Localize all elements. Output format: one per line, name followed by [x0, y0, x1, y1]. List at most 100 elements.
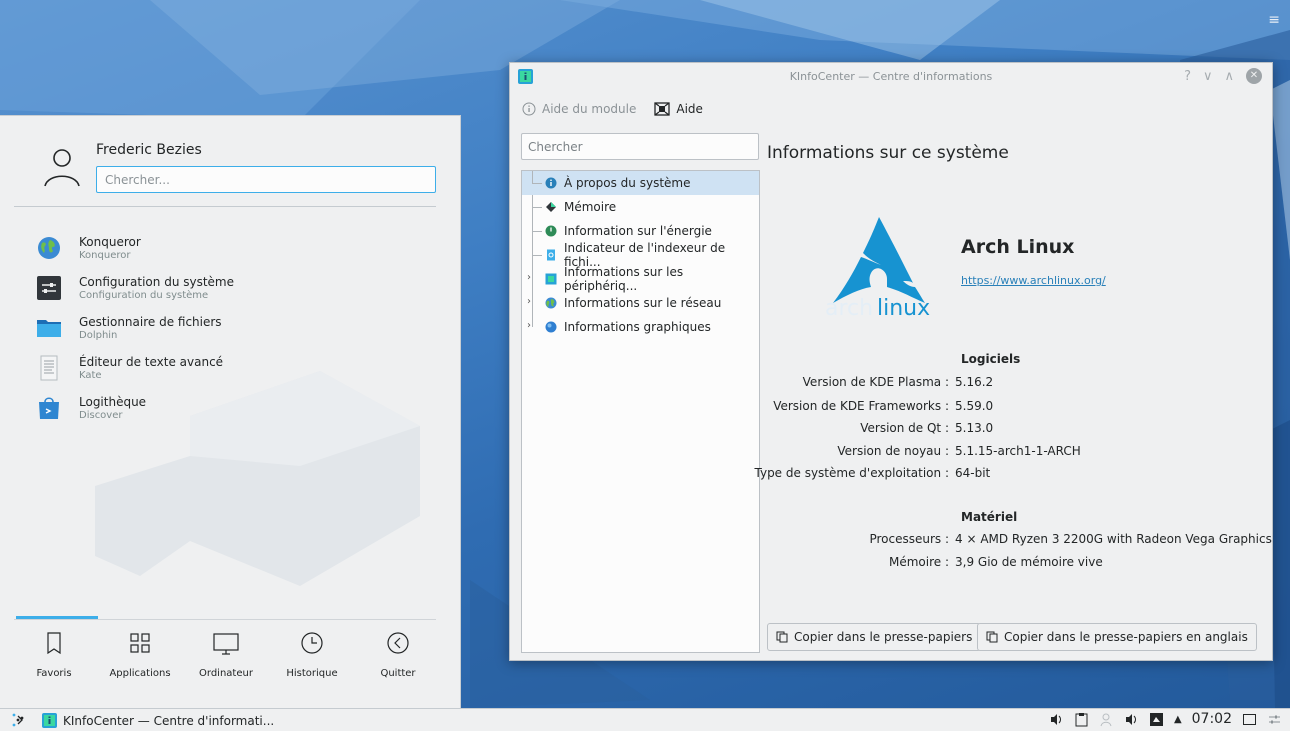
help-button[interactable]: Aide	[654, 102, 703, 116]
tree-item-about-system[interactable]: À propos du système	[522, 171, 759, 195]
favorite-title: Gestionnaire de fichiers	[79, 314, 222, 329]
window-titlebar[interactable]: KInfoCenter — Centre d'informations ? ∨ …	[510, 63, 1272, 91]
info-key: Version de KDE Plasma :	[802, 375, 949, 389]
info-key: Version de noyau :	[837, 444, 949, 458]
user-status-icon[interactable]	[1099, 712, 1114, 727]
tree-branch	[532, 183, 542, 184]
tree-line	[532, 315, 533, 327]
tree-item-label: Mémoire	[564, 200, 617, 214]
distro-name: Arch Linux	[961, 236, 1075, 258]
info-icon	[545, 177, 557, 189]
network-icon	[545, 297, 557, 309]
chevron-right-icon[interactable]: ›	[527, 296, 531, 307]
tab-label: Ordinateur	[199, 668, 253, 679]
tree-item-file-indexer[interactable]: Indicateur de l'indexeur de fichi...	[522, 241, 759, 269]
task-kinfocenter[interactable]: KInfoCenter — Centre d'informati...	[38, 710, 278, 731]
launcher-tabs: Favoris Applications Ordinateur Historiq…	[14, 630, 438, 679]
tree-item-label: Informations graphiques	[564, 320, 711, 334]
tree-item-label: Information sur l'énergie	[564, 224, 712, 238]
copy-icon	[776, 631, 788, 643]
launcher-divider	[14, 206, 436, 207]
distro-url-link[interactable]: https://www.archlinux.org/	[961, 274, 1106, 287]
module-search-input[interactable]	[521, 133, 759, 160]
tree-branch	[532, 207, 542, 208]
copy-icon	[986, 631, 998, 643]
info-key: Version de Qt :	[860, 421, 949, 435]
minimize-icon[interactable]: ∨	[1203, 69, 1213, 84]
copy-button-label: Copier dans le presse-papiers	[794, 630, 973, 644]
user-name: Frederic Bezies	[96, 142, 202, 158]
show-desktop-icon[interactable]	[1242, 712, 1257, 727]
favorite-subtitle: Configuration du système	[79, 289, 209, 301]
favorite-title: Configuration du système	[79, 274, 234, 289]
module-help-button[interactable]: Aide du module	[522, 102, 636, 116]
window-controls: ? ∨ ∧ ✕	[1184, 68, 1262, 84]
file-search-icon	[547, 249, 555, 261]
task-label: KInfoCenter — Centre d'informati...	[63, 713, 275, 728]
panel-settings-icon[interactable]	[1267, 712, 1282, 727]
text-editor-icon	[40, 355, 58, 381]
tree-item-network[interactable]: › Informations sur le réseau	[522, 291, 759, 315]
copy-to-clipboard-english-button[interactable]: Copier dans le presse-papiers en anglais	[977, 623, 1257, 651]
module-help-label: Aide du module	[542, 102, 637, 116]
memory-icon	[546, 202, 556, 212]
updates-icon[interactable]	[1149, 712, 1164, 727]
info-value: 3,9 Gio de mémoire vive	[955, 555, 1103, 569]
help-label: Aide	[676, 102, 703, 116]
info-row: Type de système d'exploitation : 64-bit	[510, 466, 1274, 480]
tab-favorites[interactable]: Favoris	[14, 630, 94, 679]
favorite-subtitle: Dolphin	[79, 329, 118, 341]
help-icon[interactable]: ?	[1184, 69, 1191, 84]
tree-item-devices[interactable]: › Informations sur les périphériq...	[522, 265, 759, 293]
tab-leave[interactable]: Quitter	[358, 630, 438, 679]
info-key: Processeurs :	[869, 532, 949, 546]
info-value: 4 × AMD Ryzen 3 2200G with Radeon Vega G…	[955, 532, 1272, 546]
favorite-file-manager[interactable]: Gestionnaire de fichiers Dolphin	[36, 308, 436, 348]
volume-icon[interactable]	[1049, 712, 1064, 727]
clock[interactable]: 07:02	[1192, 711, 1232, 727]
tray-expand-icon[interactable]: ▲	[1174, 714, 1182, 725]
tab-label: Applications	[109, 668, 171, 679]
window-title: KInfoCenter — Centre d'informations	[789, 70, 993, 83]
desktop-menu-icon[interactable]: ≡	[1268, 12, 1280, 28]
tree-item-energy[interactable]: Information sur l'énergie	[522, 219, 759, 243]
favorite-konqueror[interactable]: Konqueror Konqueror	[36, 228, 436, 268]
tree-item-graphics[interactable]: › Informations graphiques	[522, 315, 759, 339]
favorite-subtitle: Konqueror	[79, 249, 131, 261]
user-avatar-icon[interactable]	[42, 145, 82, 189]
launcher-search-input[interactable]	[96, 166, 436, 193]
tab-computer[interactable]: Ordinateur	[186, 630, 266, 679]
info-row: Version de KDE Plasma : 5.16.2	[510, 375, 1274, 389]
audio-icon[interactable]	[1124, 712, 1139, 727]
user-panel: Frederic Bezies	[42, 141, 436, 193]
chevron-right-icon[interactable]: ›	[527, 272, 531, 283]
tree-item-memory[interactable]: Mémoire	[522, 195, 759, 219]
tab-history[interactable]: Historique	[272, 630, 352, 679]
clipboard-icon[interactable]	[1074, 712, 1089, 727]
tree-item-label: Informations sur les périphériq...	[564, 265, 684, 293]
favorite-title: Logithèque	[79, 394, 147, 409]
info-row: Version de Qt : 5.13.0	[510, 421, 1274, 435]
monitor-icon	[213, 633, 239, 655]
info-value: 64-bit	[955, 466, 991, 480]
favorites-list: Konqueror Konqueror Configuration du sys…	[36, 228, 436, 428]
favorite-software-center[interactable]: Logithèque Discover	[36, 388, 436, 428]
tab-applications[interactable]: Applications	[100, 630, 180, 679]
info-row: Processeurs : 4 × AMD Ryzen 3 2200G with…	[510, 532, 1274, 546]
copy-to-clipboard-button[interactable]: Copier dans le presse-papiers	[767, 623, 982, 651]
favorite-text-editor[interactable]: Éditeur de texte avancé Kate	[36, 348, 436, 388]
info-value: 5.16.2	[955, 375, 994, 389]
favorite-system-settings[interactable]: Configuration du système Configuration d…	[36, 268, 436, 308]
chevron-left-icon	[387, 632, 409, 654]
info-key: Mémoire :	[888, 555, 949, 569]
copy-english-button-label: Copier dans le presse-papiers en anglais	[1004, 630, 1248, 644]
store-icon	[39, 397, 59, 419]
favorite-title: Éditeur de texte avancé	[79, 354, 224, 369]
chevron-right-icon[interactable]: ›	[527, 320, 531, 331]
app-launcher-icon[interactable]	[10, 712, 26, 728]
favorite-subtitle: Kate	[79, 369, 102, 381]
tabs-divider	[14, 619, 436, 620]
maximize-icon[interactable]: ∧	[1224, 69, 1234, 84]
close-icon[interactable]: ✕	[1246, 68, 1262, 84]
info-value: 5.13.0	[955, 421, 994, 435]
